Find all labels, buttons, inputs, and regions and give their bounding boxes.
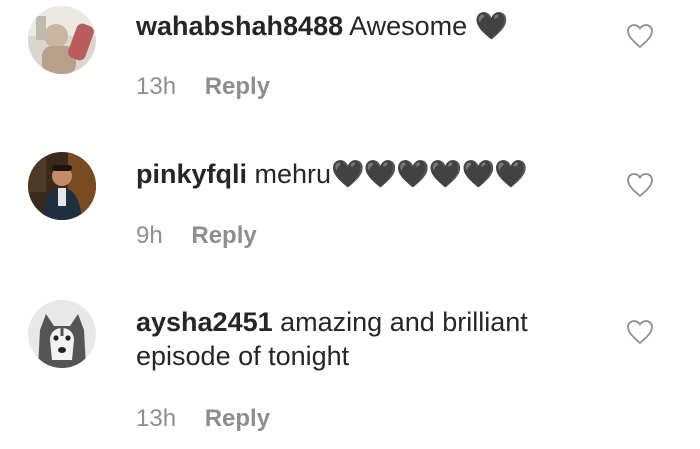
black-heart-emoji: 🖤 bbox=[474, 11, 509, 41]
avatar[interactable] bbox=[28, 300, 96, 368]
black-heart-emoji: 🖤🖤🖤🖤🖤🖤 bbox=[331, 159, 528, 189]
comment-item: wahabshah8488 Awesome 🖤 13h Reply bbox=[0, 0, 700, 140]
comment-item: pinkyfqli mehru🖤🖤🖤🖤🖤🖤 9h Reply bbox=[0, 140, 700, 290]
comment-username[interactable]: wahabshah8488 bbox=[136, 11, 343, 41]
comment-meta: 13h Reply bbox=[136, 404, 270, 434]
like-button[interactable] bbox=[626, 23, 654, 49]
avatar[interactable] bbox=[28, 6, 96, 74]
comment-timestamp[interactable]: 13h bbox=[136, 404, 176, 434]
comment-text: pinkyfqli mehru🖤🖤🖤🖤🖤🖤 bbox=[136, 157, 606, 191]
avatar[interactable] bbox=[28, 152, 96, 220]
heart-outline-icon bbox=[627, 320, 653, 344]
like-button[interactable] bbox=[626, 319, 654, 345]
comment-username[interactable]: pinkyfqli bbox=[136, 159, 247, 189]
heart-outline-icon bbox=[627, 24, 653, 48]
comment-timestamp[interactable]: 13h bbox=[136, 72, 176, 102]
comment-item: aysha2451 amazing and brilliant episode … bbox=[0, 290, 700, 449]
reply-button[interactable]: Reply bbox=[205, 404, 270, 434]
comment-body: mehru bbox=[254, 159, 332, 189]
user-avatar-dark-icon bbox=[28, 152, 96, 220]
reply-button[interactable]: Reply bbox=[191, 221, 256, 251]
comment-body: Awesome bbox=[349, 11, 468, 41]
comment-text: aysha2451 amazing and brilliant episode … bbox=[136, 305, 606, 373]
heart-outline-icon bbox=[627, 173, 653, 197]
user-avatar-light-icon bbox=[28, 6, 96, 74]
comment-timestamp[interactable]: 9h bbox=[136, 221, 163, 251]
like-button[interactable] bbox=[626, 172, 654, 198]
comment-text: wahabshah8488 Awesome 🖤 bbox=[136, 9, 606, 43]
user-avatar-husky-icon bbox=[28, 300, 96, 368]
comment-meta: 9h Reply bbox=[136, 221, 257, 251]
comment-username[interactable]: aysha2451 bbox=[136, 307, 273, 337]
comment-meta: 13h Reply bbox=[136, 72, 270, 102]
reply-button[interactable]: Reply bbox=[205, 72, 270, 102]
